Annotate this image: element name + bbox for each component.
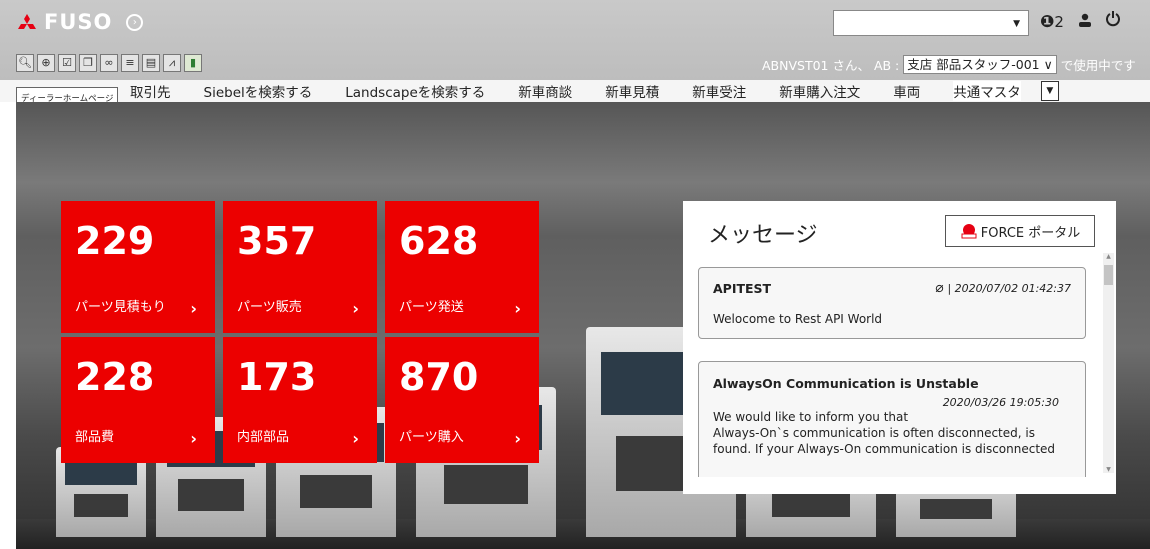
message-item[interactable]: AlwaysOn Communication is Unstable 2020/… [698, 361, 1086, 477]
toolbar: 🔍︎ ⊕ ☑ ❐ ∞ ≡ ▤ ⩘ ▮ [16, 54, 202, 72]
tile-value: 228 [75, 355, 155, 399]
link-icon[interactable]: ∞ [100, 54, 118, 72]
force-logo-icon [961, 224, 977, 239]
chevron-right-icon: › [190, 429, 197, 448]
chevron-right-icon: › [352, 429, 359, 448]
tile-label: パーツ発送 [399, 300, 464, 315]
global-select[interactable]: ▼ [833, 10, 1029, 36]
dropdown-caret-icon: ▼ [1013, 19, 1020, 29]
nav-item-common-master[interactable]: 共通マスタ [953, 81, 1021, 101]
tile-internal-parts[interactable]: 173 内部部品 › [223, 337, 377, 463]
messages-title: メッセージ [708, 223, 818, 248]
scroll-down-icon[interactable]: ▼ [1103, 466, 1114, 473]
kpi-tiles: 229 パーツ見積もり › 357 パーツ販売 › 628 パーツ発送 › 22… [61, 201, 539, 463]
tile-label: 内部部品 [237, 430, 290, 445]
tile-value: 628 [399, 219, 479, 263]
message-body: We would like to inform you that Always-… [713, 410, 1056, 456]
user-line: ABNVST01 さん、 AB : 支店 部品スタッフ-001 ∨ で使用中です [762, 55, 1136, 74]
nav-item-new-vehicle-quotes[interactable]: 新車見積 [605, 81, 659, 101]
user-line-suffix: で使用中です [1060, 58, 1136, 73]
nav-more-dropdown[interactable]: ▼ [1040, 81, 1059, 101]
force-portal-label: FORCE ポータル [980, 225, 1081, 241]
notification-count: 2 [1054, 12, 1064, 31]
bar-chart-icon[interactable]: ▮ [184, 54, 202, 72]
force-portal-button[interactable]: FORCE ポータル [945, 215, 1095, 247]
chevron-right-icon: › [190, 299, 197, 318]
message-date: 2020/03/26 19:05:30 [942, 396, 1059, 409]
tile-parts-quotes[interactable]: 229 パーツ見積もり › [61, 201, 215, 333]
tile-label: パーツ見積もり [75, 300, 166, 315]
message-title: AlwaysOn Communication is Unstable [713, 376, 979, 391]
message-date: | 2020/07/02 01:42:37 [947, 282, 1071, 295]
chart-icon[interactable]: ⩘ [163, 54, 181, 72]
nav-item-new-vehicle-deals[interactable]: 新車商談 [518, 81, 572, 101]
message-body: Welocome to Rest API World [713, 312, 883, 326]
chat-icon[interactable]: ❶2 [1040, 12, 1064, 32]
forward-icon[interactable]: ⊕ [37, 54, 55, 72]
top-icons: ❶2 [1040, 11, 1120, 32]
user-icon[interactable] [1078, 12, 1092, 32]
nav-item-landscape-search[interactable]: Landscapeを検索する [345, 81, 485, 101]
tile-parts-shipping[interactable]: 628 パーツ発送 › [385, 201, 539, 333]
chevron-right-circle-icon[interactable]: › [126, 13, 144, 31]
user-id: ABNVST01 さん、 AB : [762, 58, 900, 73]
message-title: APITEST [713, 280, 772, 296]
fuso-logo[interactable]: FUSO › [16, 10, 144, 34]
staff-role-select[interactable]: 支店 部品スタッフ-001 ∨ [903, 55, 1057, 74]
chevron-right-icon: › [352, 299, 359, 318]
tile-value: 357 [237, 219, 317, 263]
power-icon[interactable] [1105, 11, 1120, 32]
tile-label: 部品費 [75, 430, 115, 445]
message-item[interactable]: APITEST ⌀ | 2020/07/02 01:42:37 Welocome… [698, 267, 1086, 339]
nav-item-vehicles[interactable]: 車両 [893, 81, 920, 101]
copy-icon[interactable]: ❐ [79, 54, 97, 72]
search-icon[interactable]: 🔍︎ [16, 54, 34, 72]
nav-items: 取引先 Siebelを検索する Landscapeを検索する 新車商談 新車見積… [130, 80, 1059, 102]
tile-value: 173 [237, 355, 317, 399]
document-icon[interactable]: ▤ [142, 54, 160, 72]
tile-parts-cost[interactable]: 228 部品費 › [61, 337, 215, 463]
tile-parts-purchase[interactable]: 870 パーツ購入 › [385, 337, 539, 463]
tile-parts-sales[interactable]: 357 パーツ販売 › [223, 201, 377, 333]
attachment-icon[interactable]: ⌀ [935, 280, 943, 296]
tile-value: 229 [75, 219, 155, 263]
messages-panel: メッセージ FORCE ポータル APITEST ⌀ | 2020/07/02 … [683, 201, 1116, 494]
nav-item-new-vehicle-purchase[interactable]: 新車購入注文 [779, 81, 860, 101]
tile-label: パーツ販売 [237, 300, 302, 315]
messages-scrollbar[interactable]: ▲ ▼ [1103, 253, 1114, 473]
tile-value: 870 [399, 355, 479, 399]
brand-name: FUSO [44, 10, 113, 34]
list-icon[interactable]: ≡ [121, 54, 139, 72]
three-diamonds-icon [18, 14, 36, 29]
messages-list[interactable]: APITEST ⌀ | 2020/07/02 01:42:37 Welocome… [698, 267, 1086, 477]
nav-item-siebel-search[interactable]: Siebelを検索する [204, 81, 313, 101]
top-bar: FUSO › ▼ ❶2 🔍︎ ⊕ ☑ ❐ ∞ ≡ ▤ ⩘ ▮ ABNVST01 … [0, 0, 1150, 80]
scrollbar-thumb[interactable] [1104, 265, 1113, 285]
nav-bar: 取引先 Siebelを検索する Landscapeを検索する 新車商談 新車見積… [0, 80, 1150, 102]
chevron-right-icon: › [514, 429, 521, 448]
tile-label: パーツ購入 [399, 430, 464, 445]
chevron-right-icon: › [514, 299, 521, 318]
checklist-icon[interactable]: ☑ [58, 54, 76, 72]
nav-item-new-vehicle-orders[interactable]: 新車受注 [692, 81, 746, 101]
nav-item-accounts[interactable]: 取引先 [130, 81, 171, 101]
scroll-up-icon[interactable]: ▲ [1103, 253, 1114, 260]
